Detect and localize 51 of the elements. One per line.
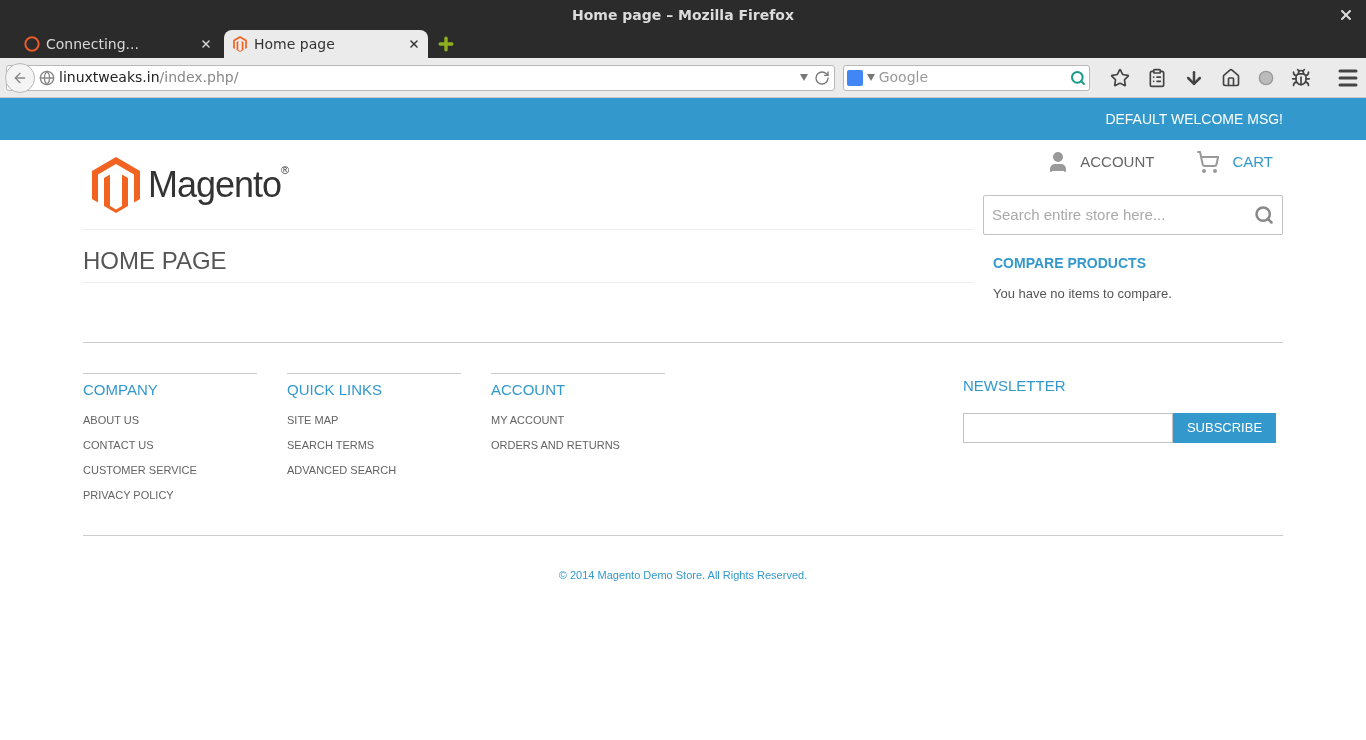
footer-link[interactable]: SITE MAP [287,408,461,433]
copyright-text: © 2014 Magento Demo Store. All Rights Reserved. [558,567,808,583]
tab-label: Home page [254,34,336,54]
magento-logo-icon [232,36,248,52]
search-icon[interactable] [1070,69,1086,86]
store-search-input[interactable]: Search entire store here... [992,203,1254,227]
tab-label: Connecting... [46,34,140,54]
sidebar-text: You have no items to compare. [993,285,1173,303]
close-icon[interactable] [1338,7,1354,23]
close-icon[interactable] [408,38,420,50]
browser-tab[interactable]: Home page [224,30,428,58]
footer-heading: COMPANY [83,379,159,400]
url-path: /index.php/ [159,69,239,85]
footer-link[interactable]: CONTACT US [83,433,257,458]
search-bar[interactable]: Google [842,64,1090,91]
search-icon[interactable] [1254,205,1274,225]
logo-wordmark: Magento [148,162,282,207]
footer-heading: ACCOUNT [491,379,567,400]
welcome-message: DEFAULT WELCOME MSG! [1105,109,1283,129]
magento-logo-icon [92,156,140,213]
star-icon[interactable] [1110,67,1130,88]
reload-icon[interactable] [813,69,830,86]
footer-link[interactable]: PRIVACY POLICY [83,483,257,508]
newsletter-email-field[interactable] [963,413,1173,443]
clipboard-icon[interactable] [1147,67,1167,88]
url-host: linuxtweaks.in [59,69,160,85]
globe-icon [39,69,55,86]
store-search-field[interactable]: Search entire store here... [983,195,1283,235]
sidebar-title: COMPARE PRODUCTS [993,254,1147,273]
close-icon[interactable] [200,38,212,50]
newsletter-heading: NEWSLETTER [963,375,1067,396]
dropdown-icon[interactable] [866,74,875,81]
bug-icon[interactable] [1291,67,1311,88]
footer-link[interactable]: CUSTOMER SERVICE [83,458,257,483]
footer-link[interactable]: ADVANCED SEARCH [287,458,461,483]
google-logo-icon [846,69,863,86]
page-title: HOME PAGE [83,246,227,276]
loading-spinner-icon [24,36,40,52]
footer-link[interactable]: ORDERS AND RETURNS [491,433,665,458]
footer-link[interactable]: ABOUT US [83,408,257,433]
browser-tab[interactable]: Connecting... [16,30,220,58]
dropdown-icon[interactable] [799,74,808,81]
window-title: Home page – Mozilla Firefox [572,5,794,25]
footer-link[interactable]: MY ACCOUNT [491,408,665,433]
search-input[interactable]: Google [878,67,1066,88]
new-tab-icon[interactable] [436,34,456,54]
footer-heading: QUICK LINKS [287,379,384,400]
home-icon[interactable] [1221,67,1241,88]
footer-link[interactable]: SEARCH TERMS [287,433,461,458]
account-link[interactable]: ACCOUNT [1046,150,1155,174]
registered-mark: ® [281,163,290,176]
